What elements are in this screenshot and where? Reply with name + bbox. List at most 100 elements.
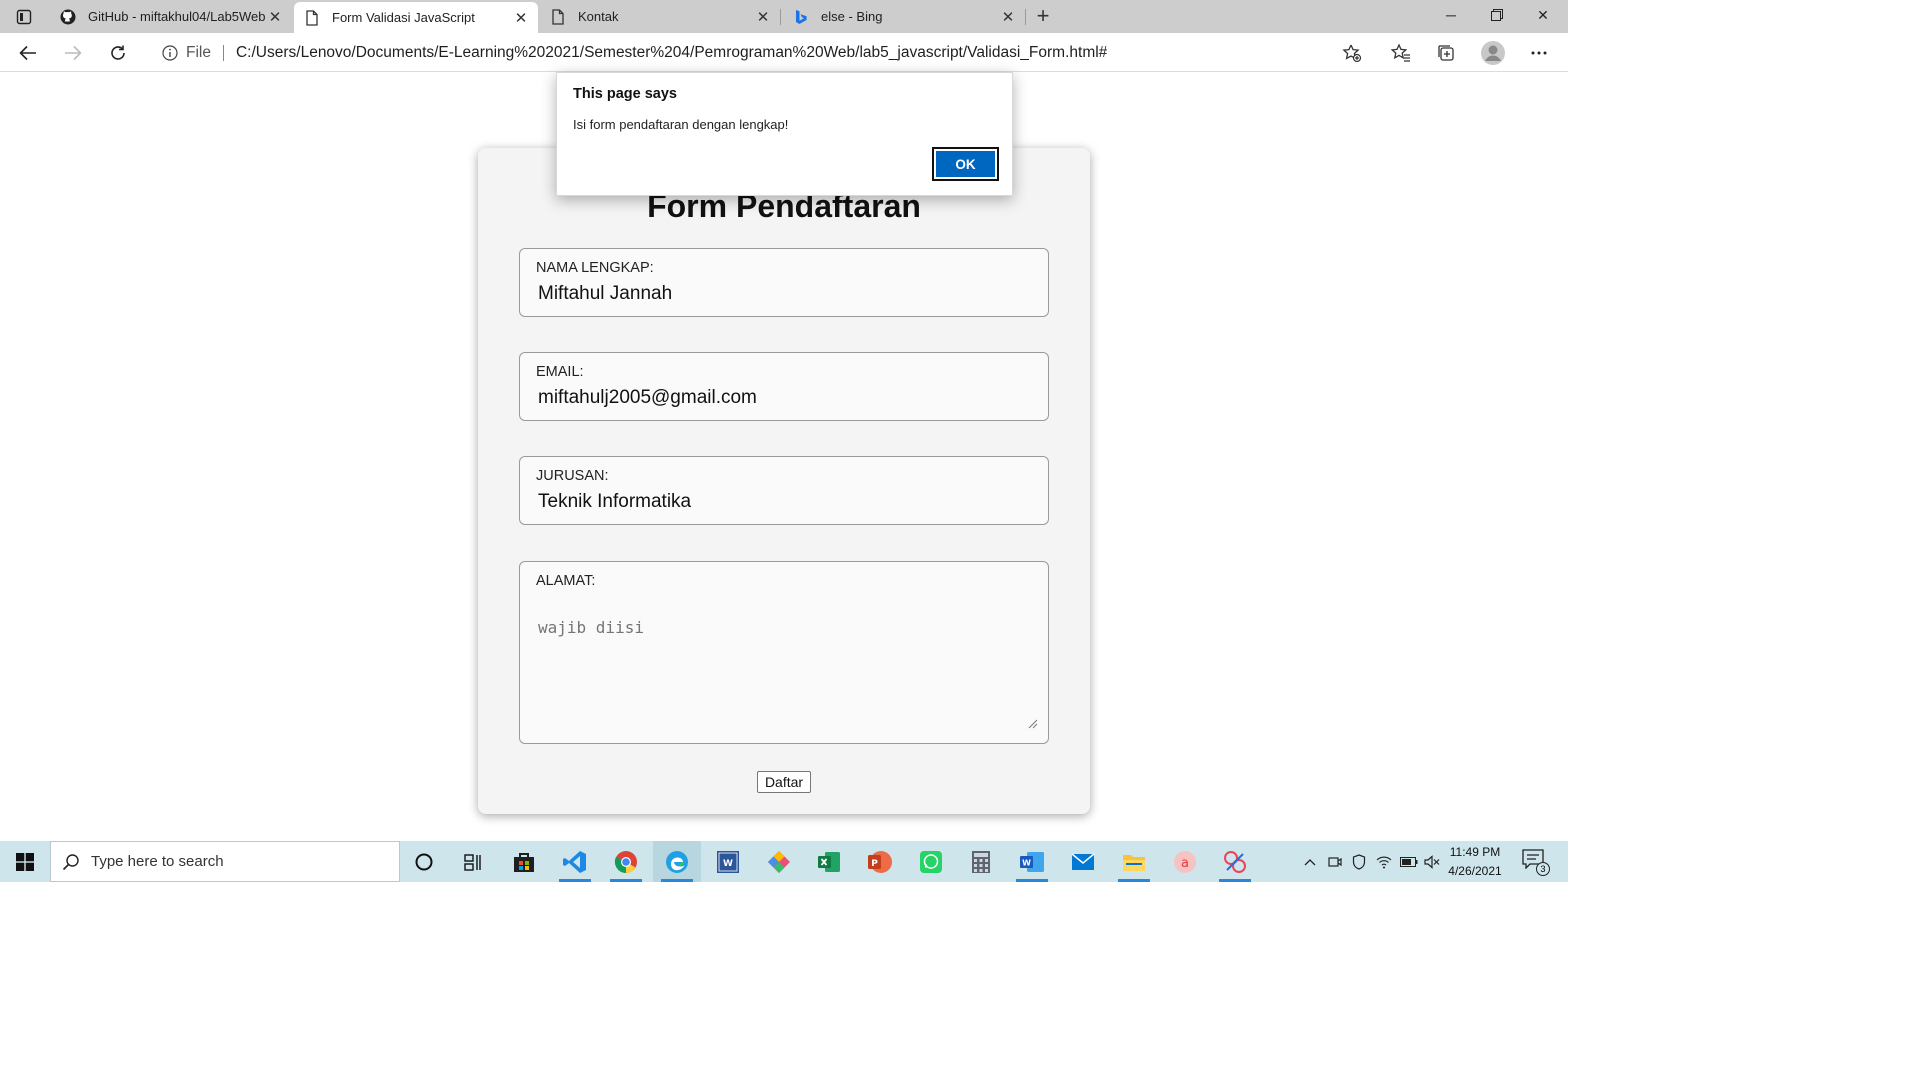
address-divider	[222, 44, 224, 61]
close-window-button[interactable]: ✕	[1520, 0, 1566, 30]
volume-button[interactable]	[1422, 841, 1442, 882]
restore-icon	[1491, 9, 1503, 21]
vscode-icon	[563, 850, 586, 873]
powerpoint-app[interactable]: P	[856, 841, 904, 882]
store-icon	[514, 852, 534, 872]
word-alt-icon: W	[717, 850, 739, 873]
jurusan-field[interactable]: JURUSAN: Teknik Informatika	[519, 456, 1049, 525]
cortana-icon	[415, 853, 433, 870]
tab-actions-button[interactable]	[10, 6, 38, 28]
clock[interactable]: 11:49 PM 4/26/2021	[1440, 843, 1510, 881]
field-label: EMAIL:	[536, 364, 584, 380]
battery-button[interactable]	[1398, 841, 1420, 882]
tab-separator	[780, 9, 781, 25]
search-placeholder: Type here to search	[91, 853, 224, 870]
info-icon[interactable]	[162, 44, 178, 61]
calculator-app[interactable]	[957, 841, 1005, 882]
address-bar[interactable]: File C:/Users/Lenovo/Documents/E-Learnin…	[148, 37, 1374, 68]
svg-text:P: P	[871, 859, 878, 869]
start-button[interactable]	[0, 841, 50, 882]
nama-lengkap-field[interactable]: NAMA LENGKAP: Miftahul Jannah	[519, 248, 1049, 317]
close-tab-icon[interactable]: ✕	[999, 8, 1017, 26]
edge-icon	[666, 850, 688, 873]
cortana-button[interactable]	[400, 841, 448, 882]
file-explorer-app[interactable]	[1110, 841, 1158, 882]
tab-strip: GitHub - miftakhul04/Lab5Web ✕ Form Vali…	[0, 0, 1568, 33]
minimize-icon: ─	[1446, 7, 1456, 23]
alamat-field[interactable]: ALAMAT: wajib diisi	[519, 561, 1049, 744]
close-tab-icon[interactable]: ✕	[266, 8, 284, 26]
wifi-icon	[1376, 856, 1392, 868]
snipping-icon	[1224, 850, 1246, 873]
show-hidden-icons-button[interactable]	[1300, 841, 1320, 882]
taskbar: Type here to search W P W a 11:49 PM 4/2…	[0, 841, 1568, 882]
profile-button[interactable]	[1479, 39, 1507, 67]
app-a-icon: a	[1174, 850, 1196, 873]
restore-button[interactable]	[1474, 0, 1520, 30]
forward-button[interactable]	[58, 38, 88, 68]
security-button[interactable]	[1349, 841, 1369, 882]
tab-kontak[interactable]: Kontak ✕	[540, 0, 780, 33]
field-label: JURUSAN:	[536, 468, 609, 484]
close-tab-icon[interactable]: ✕	[754, 8, 772, 26]
add-favorite-button[interactable]	[1338, 39, 1366, 67]
nama-lengkap-input[interactable]: Miftahul Jannah	[538, 283, 672, 305]
gitkraken-icon	[768, 850, 790, 873]
collections-button[interactable]	[1432, 39, 1460, 67]
tab-bing[interactable]: else - Bing ✕	[783, 0, 1025, 33]
refresh-button[interactable]	[103, 38, 133, 68]
alamat-textarea[interactable]: wajib diisi	[538, 618, 644, 637]
tab-title: Form Validasi JavaScript	[332, 10, 475, 25]
word-alt-app[interactable]: W	[704, 841, 752, 882]
battery-icon	[1400, 856, 1418, 867]
file-explorer-icon	[1123, 854, 1145, 871]
ok-button[interactable]: OK	[932, 147, 999, 181]
daftar-button[interactable]: Daftar	[757, 771, 811, 793]
whatsapp-icon	[920, 850, 942, 873]
search-icon	[51, 853, 91, 871]
action-center-button[interactable]: 3	[1522, 849, 1550, 876]
refresh-icon	[111, 45, 125, 60]
whatsapp-app[interactable]	[907, 841, 955, 882]
email-input[interactable]: miftahulj2005@gmail.com	[538, 387, 757, 409]
mail-app[interactable]	[1059, 841, 1107, 882]
tab-form-validasi[interactable]: Form Validasi JavaScript ✕	[294, 2, 538, 33]
resize-grip-icon[interactable]	[1028, 719, 1038, 729]
edge-app[interactable]	[653, 841, 701, 882]
calculator-icon	[972, 850, 990, 873]
chevron-up-icon	[1304, 858, 1316, 865]
gitkraken-app[interactable]	[755, 841, 803, 882]
snipping-app[interactable]	[1211, 841, 1259, 882]
settings-menu-button[interactable]	[1525, 39, 1553, 67]
clock-time: 11:49 PM	[1449, 845, 1501, 859]
excel-app[interactable]	[805, 841, 853, 882]
scheme-label: File	[186, 43, 211, 61]
word-app[interactable]: W	[1008, 841, 1056, 882]
store-app[interactable]	[500, 841, 548, 882]
network-button[interactable]	[1374, 841, 1394, 882]
registration-form-card: Form Pendaftaran NAMA LENGKAP: Miftahul …	[478, 148, 1090, 814]
new-tab-button[interactable]: +	[1031, 3, 1055, 28]
close-icon: ✕	[1537, 6, 1549, 23]
chrome-icon	[614, 850, 637, 873]
alert-dialog: This page says Isi form pendaftaran deng…	[556, 72, 1013, 196]
page-icon	[304, 9, 320, 26]
minimize-button[interactable]: ─	[1428, 0, 1474, 30]
task-view-button[interactable]	[449, 841, 497, 882]
chrome-app[interactable]	[602, 841, 650, 882]
jurusan-input[interactable]: Teknik Informatika	[538, 491, 691, 513]
avatar-icon	[1481, 41, 1505, 65]
close-tab-icon[interactable]: ✕	[512, 9, 530, 27]
windows-logo-icon	[16, 852, 34, 871]
app-a[interactable]: a	[1161, 841, 1209, 882]
meet-now-button[interactable]	[1325, 841, 1345, 882]
back-button[interactable]	[13, 38, 43, 68]
email-field[interactable]: EMAIL: miftahulj2005@gmail.com	[519, 352, 1049, 421]
star-add-icon	[1342, 44, 1362, 63]
page-icon	[550, 8, 566, 25]
taskbar-search[interactable]: Type here to search	[50, 841, 400, 882]
vscode-app[interactable]	[551, 841, 599, 882]
tab-github[interactable]: GitHub - miftakhul04/Lab5Web ✕	[50, 0, 292, 33]
favorites-button[interactable]	[1387, 39, 1415, 67]
url-text[interactable]: C:/Users/Lenovo/Documents/E-Learning%202…	[236, 44, 1107, 62]
